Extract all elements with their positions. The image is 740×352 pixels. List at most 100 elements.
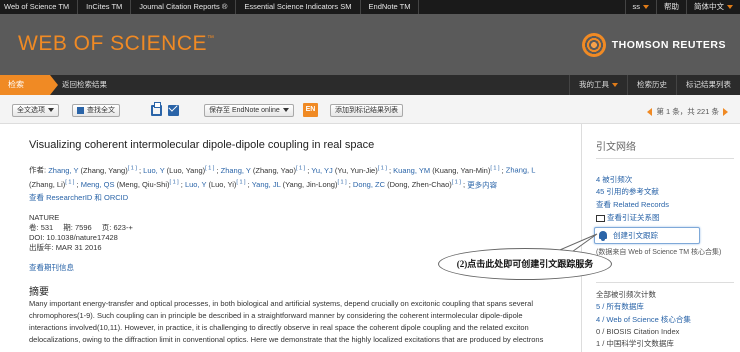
affiliation-link[interactable]: [ 1 ] [337, 180, 346, 186]
affiliation-link[interactable]: [ 1 ] [128, 165, 137, 171]
cscd-count: 1 / 中国科学引文数据库 [596, 339, 674, 348]
product-link-incites[interactable]: InCites TM [78, 0, 132, 14]
add-to-marked-list-button[interactable]: 添加到标记结果列表 [330, 104, 403, 117]
affiliation-link[interactable]: [ 1 ] [236, 180, 245, 186]
author-entry: Dong, ZC (Dong, Zhen-Chao)[ 1 ] ; [352, 179, 468, 190]
author-link[interactable]: Yang, JL [252, 180, 281, 189]
more-authors-link[interactable]: 更多内容 [467, 180, 497, 189]
site-header: WEB OF SCIENCE™ THOMSON REUTERS [0, 14, 740, 75]
affiliation-link[interactable]: [ 1 ] [296, 165, 305, 171]
find-fulltext-button[interactable]: 查找全文 [72, 104, 120, 117]
affiliation-marker: [ 1 ] [452, 180, 461, 186]
main-nav: 检索 返回检索结果 我的工具 检索历史 标记结果列表 [0, 75, 740, 95]
record-main: Visualizing coherent intermolecular dipo… [0, 124, 582, 352]
product-link-esi[interactable]: Essential Science Indicators SM [236, 0, 361, 14]
authors-prefix: 作者: [29, 165, 47, 175]
chevron-down-icon [727, 5, 733, 10]
author-link[interactable]: Meng, QS [81, 180, 115, 189]
author-entry: Meng, QS (Meng, Qiu-Shi)[ 1 ] ; [80, 179, 185, 190]
affiliation-marker: [ 1 ] [378, 165, 387, 171]
author-link[interactable]: Zhang, Y [221, 166, 251, 175]
divider [596, 282, 734, 283]
journal-block: NATURE 卷: 531 期: 7596 页: 623-+ DOI: 10.1… [29, 213, 141, 253]
all-databases-count-link[interactable]: 5 / 所有数据库 [596, 302, 644, 312]
endnote-icon[interactable]: EN [303, 103, 318, 117]
back-to-results-link[interactable]: 返回检索结果 [62, 75, 107, 95]
author-entry: Zhang, Y (Zhang, Yao)[ 1 ] ; [220, 165, 312, 175]
search-history-link[interactable]: 检索历史 [627, 75, 676, 95]
user-name: ss [632, 2, 641, 11]
related-records-link[interactable]: 查看 Related Records [596, 200, 669, 210]
next-record-icon[interactable] [723, 108, 728, 117]
wos-logo[interactable]: WEB OF SCIENCE™ [18, 32, 215, 56]
affiliation-marker: [ 1 ] [337, 180, 346, 186]
chevron-down-icon [612, 83, 618, 88]
times-cited-link[interactable]: 4 被引频次 [596, 175, 632, 185]
product-link-endnote[interactable]: EndNote TM [361, 0, 420, 14]
author-entry: Luo, Y (Luo, Yang)[ 1 ] ; [143, 165, 221, 175]
product-link-wos[interactable]: Web of Science TM [0, 0, 79, 14]
record-title: Visualizing coherent intermolecular dipo… [29, 139, 375, 151]
annotation-callout: (2)点击此处即可创建引文跟踪服务 [438, 248, 612, 280]
my-tools-label: 我的工具 [579, 80, 609, 89]
affiliation-link[interactable]: [ 1 ] [170, 180, 179, 186]
chevron-down-icon [282, 108, 289, 113]
citation-map-label: 查看引证关系图 [607, 213, 660, 222]
help-link[interactable]: 帮助 [656, 0, 686, 14]
affiliation-marker: [ 1 ] [296, 165, 305, 171]
affiliation-link[interactable]: [ 1 ] [490, 165, 499, 171]
wos-core-count-link[interactable]: 4 / Web of Science 核心合集 [596, 315, 691, 325]
tab-search[interactable]: 检索 [0, 75, 58, 95]
author-link[interactable]: Dong, ZC [353, 180, 385, 189]
affiliation-link[interactable]: [ 1 ] [205, 165, 214, 171]
researcher-id-link[interactable]: 查看 ResearcherID 和 ORCID [29, 192, 128, 203]
volume-label: 卷: [29, 223, 39, 232]
abstract-line: interactions involved(10,11). However, i… [29, 323, 529, 332]
logo-text: WEB OF SCIENCE [18, 32, 208, 55]
previous-record-icon[interactable] [647, 108, 653, 117]
citation-map-link[interactable]: 查看引证关系图 [596, 213, 660, 223]
email-icon[interactable] [168, 105, 179, 116]
record-toolbar: 全文选项 查找全文 保存至 EndNote online EN 添加到标记结果列… [0, 95, 740, 124]
save-select-label: 保存至 EndNote online [209, 107, 280, 114]
abstract-line: Many important energy-transfer and optic… [29, 299, 534, 308]
journal-info-link[interactable]: 查看期刊信息 [29, 262, 74, 273]
author-link[interactable]: Yu, YJ [311, 166, 333, 175]
language-menu[interactable]: 简体中文 [686, 0, 740, 14]
print-icon[interactable] [151, 102, 162, 116]
author-link[interactable]: Zhang, Y [48, 166, 78, 175]
divider [596, 158, 734, 159]
doi-label: DOI: [29, 233, 45, 242]
affiliation-link[interactable]: [ 1 ] [452, 180, 461, 186]
affiliation-marker: [ 1 ] [205, 165, 214, 171]
product-link-jcr[interactable]: Journal Citation Reports ® [131, 0, 237, 14]
author-link[interactable]: Kuang, YM [393, 166, 430, 175]
thomson-reuters-globe-icon [581, 33, 606, 57]
author-full-name: (Yang, Jin-Long) [282, 180, 338, 189]
pager-text: 第 1 条，共 221 条 [656, 107, 719, 116]
doi-value: 10.1038/nature17428 [46, 233, 118, 242]
author-full-name: (Meng, Qiu-Shi) [116, 180, 170, 189]
cited-references-link[interactable]: 45 引用的参考文献 [596, 187, 659, 197]
fulltext-icon [77, 106, 84, 114]
volume-value: 531 [40, 223, 54, 232]
save-to-endnote-select[interactable]: 保存至 EndNote online [204, 104, 294, 117]
my-tools-menu[interactable]: 我的工具 [569, 75, 627, 95]
fulltext-options-button[interactable]: 全文选项 [12, 104, 59, 117]
abstract-heading: 摘要 [29, 287, 49, 298]
author-link[interactable]: Luo, Y [185, 180, 206, 189]
affiliation-link[interactable]: [ 1 ] [378, 165, 387, 171]
user-menu[interactable]: ss [624, 0, 657, 14]
author-link[interactable]: Zhang, L [506, 166, 536, 175]
biosis-count: 0 / BIOSIS Citation Index [596, 327, 680, 336]
chevron-down-icon [48, 108, 54, 113]
author-link[interactable]: Luo, Y [143, 166, 164, 175]
brand-name: THOMSON REUTERS [611, 39, 726, 51]
abstract-line: chromophores(1-9). Such coupling can in … [29, 311, 523, 320]
marked-list-link[interactable]: 标记结果列表 [676, 75, 740, 95]
citation-network-heading: 引文网络 [596, 142, 636, 153]
affiliation-link[interactable]: [ 1 ] [65, 180, 74, 186]
author-full-name: (Kuang, Yan-Min) [432, 165, 491, 175]
fulltext-options-label: 全文选项 [17, 107, 45, 114]
author-full-name: (Zhang, Yao) [252, 165, 296, 175]
